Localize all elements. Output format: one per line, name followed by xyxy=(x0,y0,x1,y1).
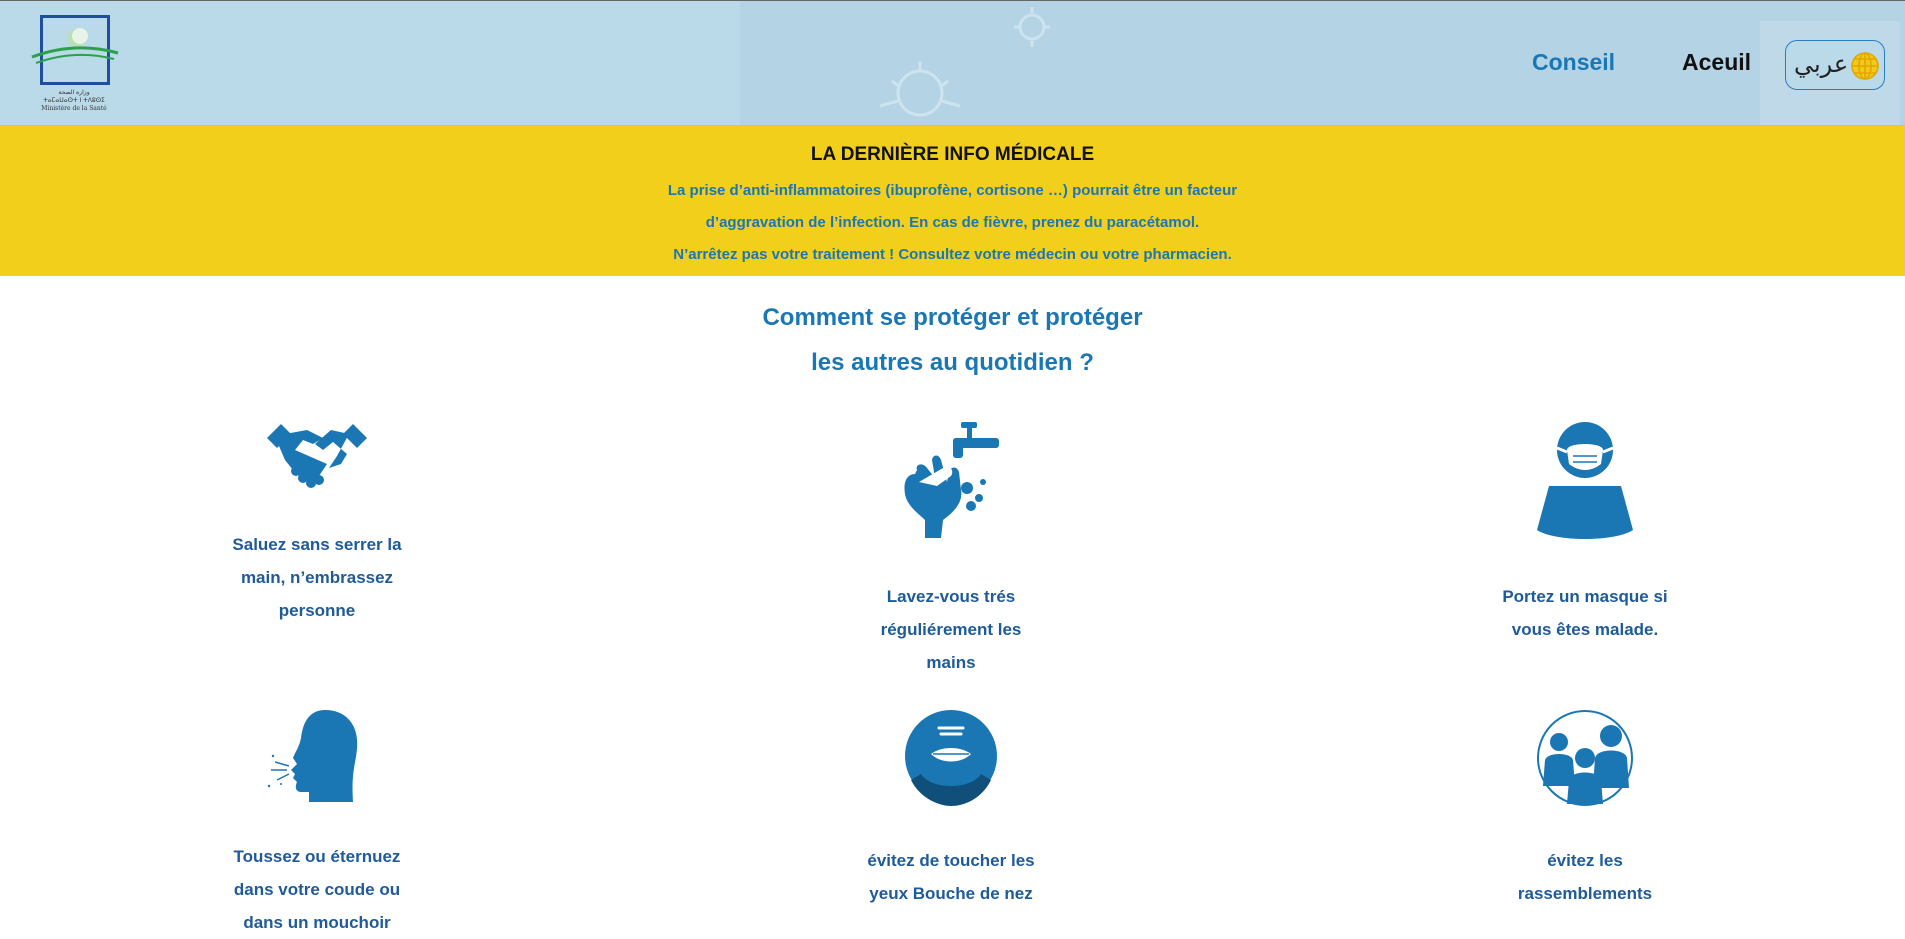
tip-text-line: personne xyxy=(278,601,356,620)
section-title: Comment se protéger et protéger les autr… xyxy=(0,295,1905,385)
virus-background-decoration xyxy=(740,1,1905,125)
ministry-logo[interactable]: وزارة الصحة ⵜⴰⵎⴰⵡⴰⵙⵜ ⵏ ⵜⴷⵓⵙⵉ Ministère d… xyxy=(30,13,130,118)
tip-text: Saluez sans serrer la main, n’embrassez … xyxy=(197,528,437,627)
tip-text-line: Lavez-vous trés xyxy=(886,587,1016,606)
tip-card-cough: Toussez ou éternuez dans votre coude ou … xyxy=(197,708,437,932)
section-title-line: les autres au quotidien ? xyxy=(811,349,1094,376)
banner-title: LA DERNIÈRE INFO MÉDICALE xyxy=(810,144,1095,165)
tip-text: Lavez-vous trés réguliérement les mains xyxy=(831,580,1071,679)
banner-text-line: N’arrêtez pas votre traitement ! Consult… xyxy=(673,246,1232,263)
logo-text-arabic: وزارة الصحة xyxy=(58,89,90,96)
tip-text-line: rassemblements xyxy=(1517,884,1653,903)
tip-text-line: Saluez sans serrer la xyxy=(232,535,402,554)
globe-icon xyxy=(1851,52,1879,80)
language-label: عربي xyxy=(1794,50,1849,78)
logo-text-french: Ministère de la Santé xyxy=(41,105,107,112)
logo-caption: وزارة الصحة ⵜⴰⵎⴰⵡⴰⵙⵜ ⵏ ⵜⴷⵓⵙⵉ Ministère d… xyxy=(30,89,118,113)
handshake-icon xyxy=(267,424,367,488)
tip-text-line: réguliérement les xyxy=(880,620,1022,639)
banner-text-line: La prise d’anti-inflammatoires (ibuprofè… xyxy=(667,182,1238,199)
hand-washing-icon xyxy=(904,422,999,538)
tip-text-line: main, n’embrassez xyxy=(240,568,394,587)
coughing-person-icon xyxy=(267,710,358,802)
tip-card-gatherings: évitez les rassemblements xyxy=(1465,708,1705,903)
medical-info-banner: LA DERNIÈRE INFO MÉDICALE La prise d’ant… xyxy=(0,126,1905,276)
logo-emblem xyxy=(31,28,119,64)
tip-text: évitez de toucher les yeux Bouche de nez xyxy=(831,844,1071,910)
tip-text-line: mains xyxy=(926,653,976,672)
tip-text-line: Toussez ou éternuez xyxy=(233,847,401,866)
face-icon xyxy=(905,710,997,806)
language-switch-button[interactable]: عربي xyxy=(1785,40,1885,90)
tip-text: Portez un masque si vous êtes malade. xyxy=(1465,580,1705,646)
tip-text: évitez les rassemblements xyxy=(1465,844,1705,910)
tip-card-hand-washing: Lavez-vous trés réguliérement les mains xyxy=(831,420,1071,672)
site-header: وزارة الصحة ⵜⴰⵎⴰⵡⴰⵙⵜ ⵏ ⵜⴷⵓⵙⵉ Ministère d… xyxy=(0,0,1905,126)
tip-text-line: yeux Bouche de nez xyxy=(869,884,1033,903)
tip-card-greeting: Saluez sans serrer la main, n’embrassez … xyxy=(197,420,437,620)
tip-text-line: évitez de toucher les xyxy=(867,851,1035,870)
tip-text-line: dans votre coude ou xyxy=(233,880,401,899)
tip-card-face: évitez de toucher les yeux Bouche de nez xyxy=(831,708,1071,903)
group-icon xyxy=(1537,710,1633,806)
face-mask-icon xyxy=(1537,422,1633,539)
tip-card-mask: Portez un masque si vous êtes malade. xyxy=(1465,420,1705,639)
section-title-line: Comment se protéger et protéger xyxy=(762,304,1143,331)
tip-text-line: vous êtes malade. xyxy=(1511,620,1659,639)
tip-text-line: dans un mouchoir xyxy=(243,913,391,932)
tip-text-line: évitez les xyxy=(1547,851,1623,870)
nav-link-conseil[interactable]: Conseil xyxy=(1532,49,1615,76)
tip-text-line: Portez un masque si xyxy=(1502,587,1668,606)
logo-text-tifinagh: ⵜⴰⵎⴰⵡⴰⵙⵜ ⵏ ⵜⴷⵓⵙⵉ xyxy=(43,97,105,104)
nav-link-aceuil[interactable]: Aceuil xyxy=(1682,49,1751,76)
tip-text: Toussez ou éternuez dans votre coude ou … xyxy=(197,840,437,939)
banner-text-line: d’aggravation de l’infection. En cas de … xyxy=(705,214,1200,231)
